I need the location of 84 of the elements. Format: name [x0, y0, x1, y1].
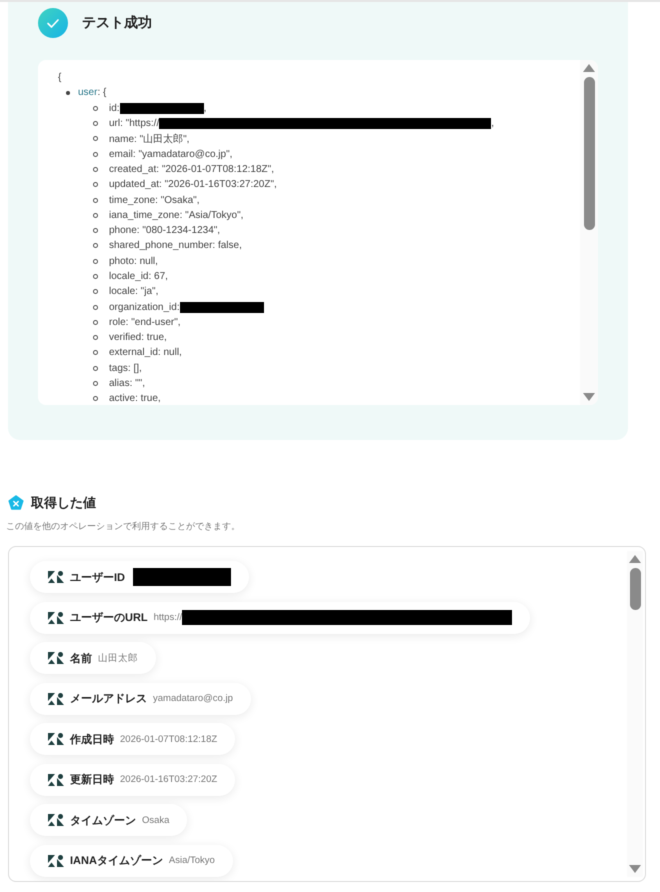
code-line: created_at: "2026-01-07T08:12:18Z", — [109, 164, 274, 175]
value-chip[interactable]: ユーザーID — [30, 561, 249, 593]
bullet-icon — [66, 90, 70, 95]
code-line: shared_phone_number: false, — [109, 240, 242, 252]
z-logo-icon — [48, 774, 64, 786]
bullet-icon — [93, 182, 98, 188]
value-chip[interactable]: タイムゾーン Osaka — [30, 804, 188, 836]
bullet-icon — [93, 396, 98, 402]
code-line: role: "end-user", — [109, 316, 181, 328]
bullet-icon — [93, 152, 98, 157]
value-label: 名前 — [70, 652, 92, 666]
value-text: yamadataro@co.jp — [153, 693, 233, 704]
code-line: url: "https:// — [109, 118, 160, 130]
value-text: 2026-01-07T08:12:18Z — [120, 734, 218, 744]
value-label: ユーザーのURL — [70, 611, 148, 625]
bullet-icon — [93, 366, 98, 371]
value-label: 更新日時 — [70, 772, 114, 787]
bullet-icon — [93, 274, 98, 279]
value-label: メールアドレス — [70, 692, 147, 706]
code-line: alias: "", — [109, 378, 146, 390]
check-icon — [38, 8, 68, 38]
code-line: phone: "080-1234-1234", — [109, 225, 220, 236]
code-line: locale: "ja", — [109, 286, 158, 298]
code-line: email: "yamadataro@co.jp", — [109, 148, 232, 160]
code-line: photo: null, — [109, 256, 158, 267]
bullet-icon — [93, 258, 98, 264]
value-chip[interactable]: ユーザーのURL https:// — [30, 602, 530, 634]
bullet-icon — [93, 304, 98, 310]
code-line: locale_id: 67, — [109, 271, 168, 282]
z-logo-icon — [48, 652, 64, 664]
z-logo-icon — [48, 571, 64, 583]
value-chip[interactable]: IANAタイムゾーン Asia/Tokyo — [30, 844, 233, 876]
bullet-icon — [93, 335, 98, 340]
pentagon-icon — [8, 495, 24, 511]
code-line: name: "山田太郎", — [109, 132, 190, 146]
value-text: 2026-01-16T03:27:20Z — [120, 774, 218, 785]
z-logo-icon — [48, 612, 64, 624]
code-line: , — [204, 102, 206, 114]
code-line: updated_at: "2026-01-16T03:27:20Z", — [109, 179, 277, 190]
bullet-icon — [93, 289, 98, 294]
code-line: iana_time_zone: "Asia/Tokyo", — [109, 210, 244, 221]
bullet-icon — [93, 212, 98, 218]
code-line: external_id: null, — [109, 347, 182, 358]
code-line: active: true, — [109, 393, 161, 404]
section-title: 取得した値 — [31, 494, 96, 512]
value-text: Osaka — [142, 814, 170, 826]
code-line: id: — [109, 102, 120, 114]
scrollbar[interactable] — [627, 551, 643, 877]
bullet-icon — [93, 320, 98, 325]
bullet-icon — [93, 106, 98, 111]
bullet-icon — [93, 136, 98, 142]
bullet-icon — [93, 350, 98, 356]
code-line: organization_id: — [109, 302, 180, 313]
bullet-icon — [93, 166, 98, 172]
scrollbar[interactable] — [580, 60, 598, 405]
value-text: 山田太郎 — [98, 652, 138, 664]
code-line: , — [491, 118, 494, 130]
result-title: テスト成功 — [82, 14, 152, 32]
value-label: 作成日時 — [70, 732, 114, 746]
bullet-icon — [93, 381, 98, 386]
value-label: タイムゾーン — [70, 814, 136, 828]
z-logo-icon — [48, 814, 64, 826]
code-line: tags: [], — [109, 362, 142, 374]
json-key: user — [78, 87, 98, 98]
code-line: verified: true, — [109, 332, 167, 344]
value-text: Asia/Tokyo — [168, 855, 215, 866]
value-chip[interactable]: 作成日時 2026-01-07T08:12:18Z — [30, 723, 236, 755]
bullet-icon — [93, 121, 98, 126]
code-line: time_zone: "Osaka", — [109, 194, 200, 206]
bullet-icon — [93, 228, 98, 234]
code-line: : { — [97, 87, 106, 98]
z-logo-icon — [48, 692, 64, 704]
code-line: { — [58, 71, 62, 86]
section-description: この値を他のオペレーションで利用することができます。 — [6, 520, 241, 533]
value-chip[interactable]: 名前 山田太郎 — [30, 642, 156, 674]
z-logo-icon — [48, 733, 64, 745]
value-label: IANAタイムゾーン — [70, 854, 163, 868]
value-chip[interactable]: メールアドレス yamadataro@co.jp — [30, 682, 251, 714]
bullet-icon — [93, 198, 98, 203]
bullet-icon — [93, 243, 98, 248]
value-label: ユーザーID — [70, 570, 125, 584]
z-logo-icon — [48, 854, 64, 866]
value-text: https:// — [154, 612, 182, 623]
value-chip[interactable]: 更新日時 2026-01-16T03:27:20Z — [30, 764, 236, 796]
